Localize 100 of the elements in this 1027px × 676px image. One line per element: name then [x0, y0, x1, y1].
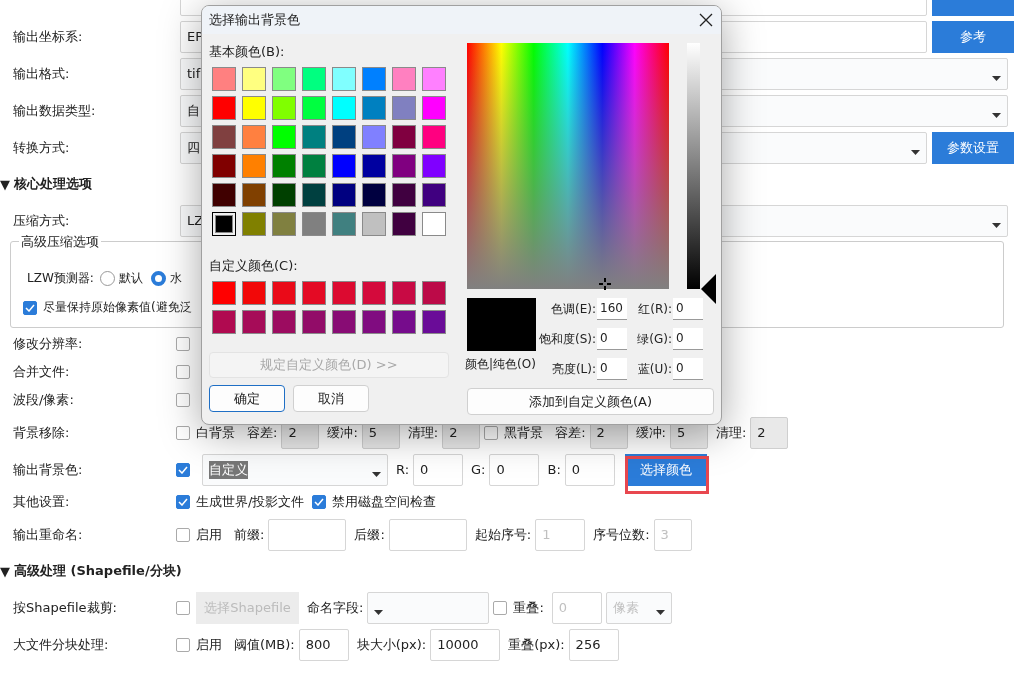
checkbox[interactable] [176, 495, 190, 509]
color-swatch[interactable] [302, 154, 326, 178]
color-swatch[interactable] [362, 281, 386, 305]
color-swatch[interactable] [302, 96, 326, 120]
color-swatch[interactable] [362, 212, 386, 236]
input-field[interactable]: 0 [597, 328, 627, 350]
input-field[interactable]: 0 [673, 328, 703, 350]
color-swatch[interactable] [272, 183, 296, 207]
checkbox-label[interactable]: 白背景 [196, 423, 235, 442]
color-swatch[interactable] [242, 183, 266, 207]
color-swatch[interactable] [272, 67, 296, 91]
radio-button[interactable] [99, 271, 115, 286]
radio-label[interactable]: 水 [169, 270, 182, 287]
color-swatch[interactable] [362, 125, 386, 149]
color-swatch[interactable] [272, 154, 296, 178]
color-swatch[interactable] [242, 154, 266, 178]
input-field[interactable] [268, 518, 347, 551]
color-swatch[interactable] [392, 281, 416, 305]
checkbox-label[interactable]: 重叠: [513, 598, 544, 617]
dropdown[interactable] [367, 591, 490, 624]
input-field[interactable]: 800 [298, 628, 349, 661]
color-swatch[interactable] [392, 67, 416, 91]
color-swatch[interactable] [422, 281, 446, 305]
color-swatch[interactable] [392, 212, 416, 236]
checkbox-label[interactable]: 尽量保持原始像素值(避免泛 [43, 299, 192, 316]
color-spectrum[interactable] [467, 43, 669, 289]
button[interactable]: 选择颜色 [624, 453, 707, 486]
color-swatch[interactable] [392, 125, 416, 149]
color-swatch[interactable] [422, 125, 446, 149]
cancel-button[interactable]: 取消 [293, 385, 369, 412]
color-swatch[interactable] [422, 67, 446, 91]
color-swatch[interactable] [302, 212, 326, 236]
checkbox[interactable] [176, 365, 190, 379]
ok-button[interactable]: 确定 [209, 385, 285, 412]
input-field[interactable]: 10000 [430, 628, 501, 661]
color-swatch[interactable] [242, 310, 266, 334]
input-field[interactable]: 0 [489, 453, 540, 486]
color-swatch[interactable] [212, 96, 236, 120]
add-to-custom-colors-button[interactable]: 添加到自定义颜色(A) [467, 388, 714, 415]
checkbox[interactable] [176, 393, 190, 407]
color-swatch[interactable] [242, 67, 266, 91]
checkbox[interactable] [176, 600, 190, 615]
checkbox[interactable] [176, 337, 190, 351]
color-swatch[interactable] [212, 183, 236, 207]
input-field[interactable]: 160 [597, 298, 627, 320]
color-swatch[interactable] [332, 183, 356, 207]
color-swatch[interactable] [242, 96, 266, 120]
checkbox-label[interactable]: 启用 [196, 525, 222, 544]
color-swatch[interactable] [302, 67, 326, 91]
color-swatch[interactable] [332, 154, 356, 178]
checkbox[interactable] [176, 462, 190, 477]
color-swatch[interactable] [332, 310, 356, 334]
checkbox-label[interactable]: 黑背景 [504, 423, 544, 442]
radio-button[interactable] [150, 271, 166, 286]
color-swatch[interactable] [422, 183, 446, 207]
color-swatch[interactable] [212, 212, 236, 236]
checkbox[interactable] [23, 300, 37, 315]
collapse-arrow[interactable]: ▼ [0, 176, 10, 192]
color-swatch[interactable] [422, 212, 446, 236]
button[interactable]: 参考 [932, 20, 1014, 53]
color-swatch[interactable] [392, 96, 416, 120]
input-field[interactable]: 0 [673, 298, 703, 320]
color-swatch[interactable] [392, 154, 416, 178]
color-swatch[interactable] [242, 281, 266, 305]
color-swatch[interactable] [302, 281, 326, 305]
collapse-arrow[interactable]: ▼ [0, 563, 10, 579]
color-swatch[interactable] [332, 125, 356, 149]
color-swatch[interactable] [422, 310, 446, 334]
color-swatch[interactable] [272, 125, 296, 149]
radio-label[interactable]: 默认 [118, 270, 143, 287]
input-field[interactable]: 256 [568, 628, 619, 661]
color-swatch[interactable] [212, 154, 236, 178]
checkbox-label[interactable]: 禁用磁盘空间检查 [332, 493, 437, 511]
close-icon[interactable] [699, 13, 713, 27]
color-swatch[interactable] [362, 183, 386, 207]
checkbox-label[interactable]: 生成世界/投影文件 [196, 493, 305, 511]
color-swatch[interactable] [212, 67, 236, 91]
color-swatch[interactable] [242, 125, 266, 149]
input-field[interactable]: 0 [673, 358, 703, 380]
checkbox[interactable] [176, 527, 190, 542]
color-swatch[interactable] [332, 96, 356, 120]
color-swatch[interactable] [362, 96, 386, 120]
checkbox[interactable] [176, 637, 190, 652]
color-swatch[interactable] [302, 183, 326, 207]
color-swatch[interactable] [362, 310, 386, 334]
input-field[interactable]: 0 [413, 453, 463, 486]
color-swatch[interactable] [392, 183, 416, 207]
button[interactable]: 参数设置 [932, 131, 1014, 164]
input-field[interactable]: 0 [597, 358, 627, 380]
checkbox[interactable] [312, 495, 327, 509]
checkbox-label[interactable]: 启用 [196, 635, 222, 654]
color-swatch[interactable] [362, 67, 386, 91]
color-swatch[interactable] [272, 212, 296, 236]
checkbox[interactable] [493, 600, 508, 615]
color-swatch[interactable] [302, 125, 326, 149]
input-field[interactable]: 0 [564, 453, 615, 486]
color-swatch[interactable] [242, 212, 266, 236]
color-swatch[interactable] [212, 310, 236, 334]
color-swatch[interactable] [272, 96, 296, 120]
color-swatch[interactable] [362, 154, 386, 178]
